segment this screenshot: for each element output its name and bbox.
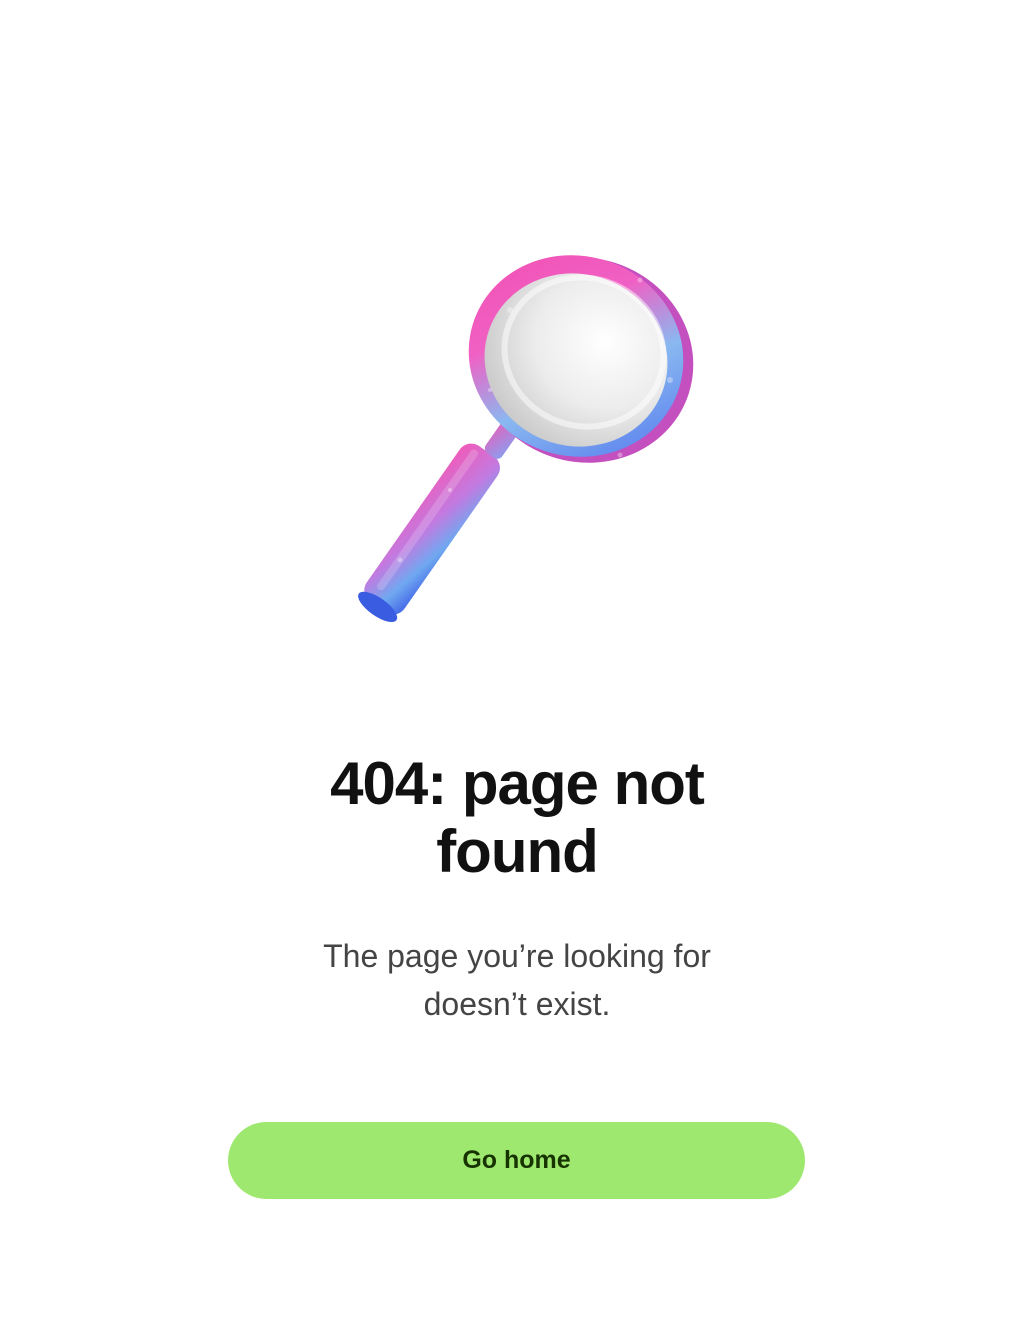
- magnifying-glass-icon: [358, 255, 694, 623]
- page-title-line-1: 404: page not: [330, 750, 705, 817]
- go-home-button[interactable]: Go home: [228, 1122, 805, 1199]
- go-home-button-label: Go home: [462, 1146, 571, 1174]
- error-message: The page you’re looking for doesn’t exis…: [0, 932, 1034, 1028]
- page-title: 404: page not found: [0, 750, 1034, 886]
- not-found-page: 404: page not found The page you’re look…: [0, 0, 1034, 1342]
- error-message-line-1: The page you’re looking for: [323, 938, 711, 974]
- page-title-line-2: found: [436, 818, 599, 885]
- magnifying-glass-illustration: [340, 240, 710, 640]
- error-message-line-2: doesn’t exist.: [423, 986, 611, 1022]
